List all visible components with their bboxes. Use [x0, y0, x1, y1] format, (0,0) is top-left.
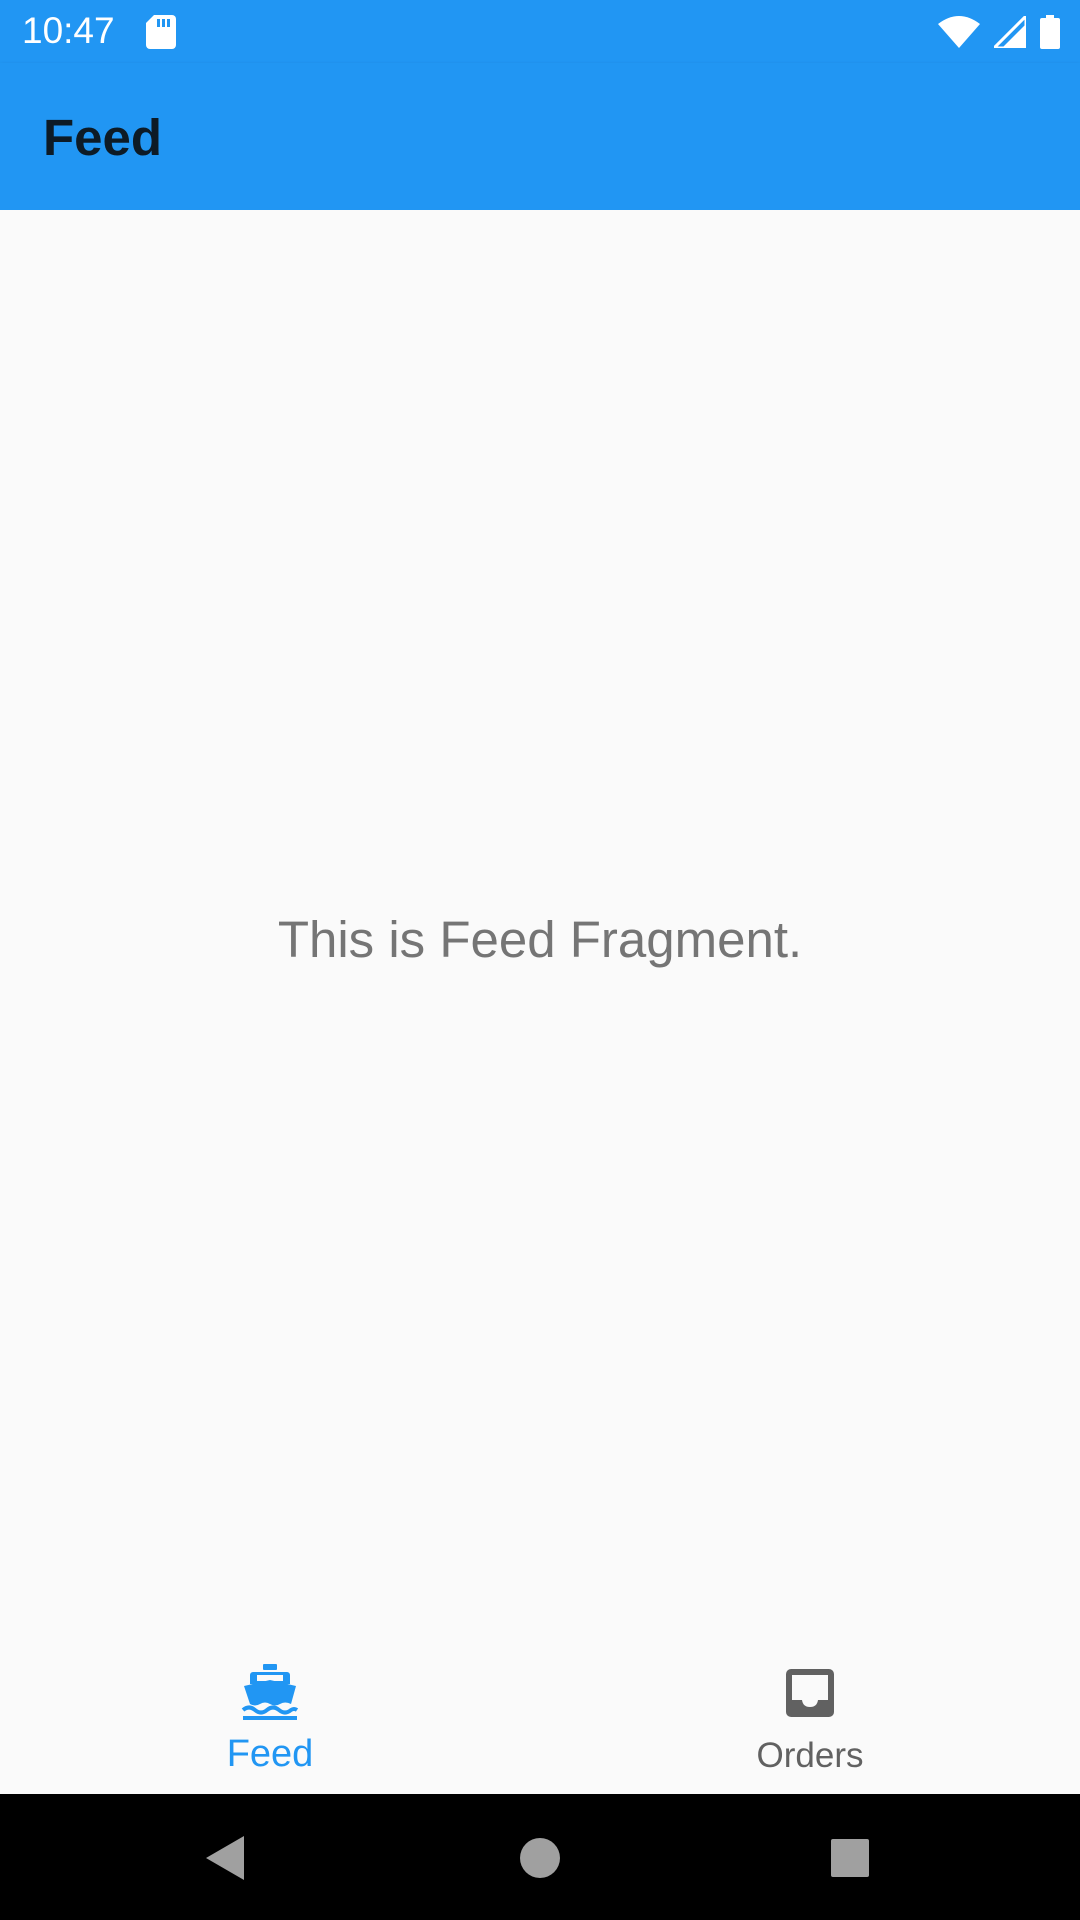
- nav-label-feed: Feed: [226, 1733, 314, 1775]
- status-icons: [938, 14, 1060, 50]
- fragment-content: This is Feed Fragment.: [0, 210, 1080, 1630]
- status-time: 10:47: [22, 10, 115, 51]
- status-bar: 10:47: [0, 0, 1080, 63]
- screen: 10:47 Feed This is Feed Fragment. Feed O…: [0, 0, 1080, 1920]
- inbox-icon: [786, 1669, 834, 1717]
- nav-item-feed[interactable]: Feed: [0, 1630, 540, 1794]
- page-title: Feed: [43, 109, 163, 166]
- fragment-message: This is Feed Fragment.: [277, 911, 803, 968]
- nav-item-orders[interactable]: Orders: [540, 1630, 1080, 1794]
- battery-icon: [1040, 15, 1060, 49]
- signal-icon: [994, 16, 1026, 48]
- system-navigation-bar: [0, 1794, 1080, 1920]
- bottom-navigation: Feed Orders: [0, 1630, 1080, 1794]
- home-icon[interactable]: [512, 1830, 568, 1886]
- nav-label-orders: Orders: [756, 1736, 864, 1775]
- sd-card-icon: [146, 15, 176, 49]
- back-icon[interactable]: [198, 1830, 254, 1886]
- wifi-icon: [938, 16, 980, 48]
- recents-icon[interactable]: [822, 1830, 878, 1886]
- ship-icon: [241, 1664, 299, 1720]
- app-bar: Feed: [0, 63, 1080, 210]
